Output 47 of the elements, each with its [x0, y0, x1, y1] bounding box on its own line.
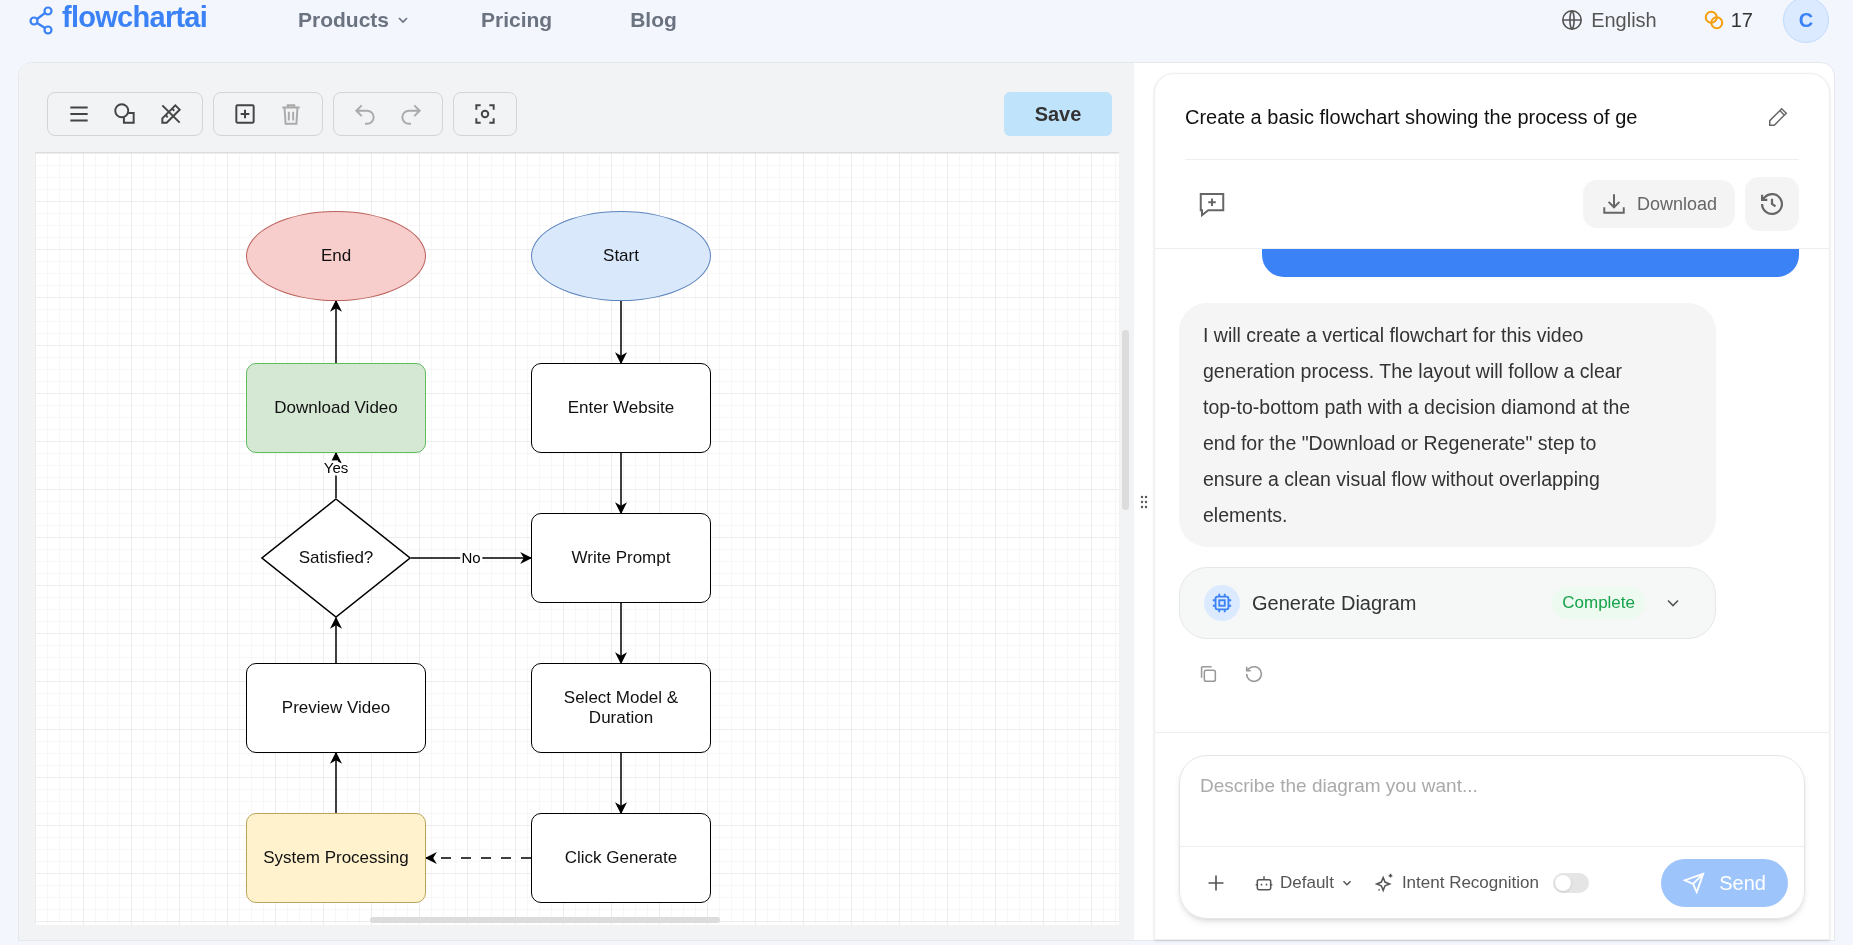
connector-arrow: [330, 751, 342, 814]
download-icon: [1600, 191, 1627, 217]
intent-label: Intent Recognition: [1401, 871, 1539, 894]
assistant-message: I will create a vertical flowchart for this video generation process. The layout will follow a clear top-to-bottom path with a decision diamond at the end for the "Download or Regenerate" step to ensure a clean visual flow without overlapping elements.: [1179, 303, 1716, 547]
connector-arrow: [330, 616, 342, 664]
tool-name: Generate Diagram: [1252, 591, 1417, 616]
status-badge: Complete: [1552, 587, 1645, 619]
download-button[interactable]: Download: [1582, 180, 1735, 228]
intent-toggle[interactable]: [1552, 872, 1589, 893]
credits-counter[interactable]: 17: [1702, 5, 1753, 35]
connector-arrow: [615, 452, 627, 515]
process-node: Enter Website: [531, 363, 711, 453]
history-button[interactable]: [1745, 177, 1799, 231]
history-icon: [1758, 190, 1786, 218]
process-node: System Processing: [246, 813, 426, 903]
process-node: Select Model & Duration: [531, 663, 711, 753]
save-button[interactable]: Save: [1004, 91, 1112, 136]
tool-call-card[interactable]: Generate Diagram Complete: [1179, 567, 1716, 639]
edit-icon[interactable]: [1767, 105, 1789, 128]
resize-handle-icon[interactable]: [1140, 494, 1148, 509]
credits-count: 17: [1730, 8, 1753, 33]
chat-title: Create a basic flowchart showing the process of ge: [1185, 104, 1638, 130]
connector-arrow: [615, 752, 627, 815]
process-node: Write Prompt: [531, 513, 711, 603]
regenerate-icon[interactable]: [1243, 663, 1265, 685]
logo-text[interactable]: flowchartai: [62, 2, 208, 32]
process-node: Preview Video: [246, 663, 426, 753]
globe-icon: [1561, 9, 1584, 31]
shapes-icon: [112, 100, 138, 127]
language-label: English: [1591, 8, 1657, 33]
nav-link[interactable]: Products: [298, 4, 411, 36]
connector-arrow: [615, 300, 627, 365]
model-selector[interactable]: Default: [1254, 869, 1354, 896]
coin-icon: [1702, 9, 1725, 31]
process-node: Download Video: [246, 363, 426, 453]
decision-node: Satisfied?: [261, 498, 411, 618]
nav-link[interactable]: Pricing: [481, 4, 553, 36]
vertical-scrollbar[interactable]: [1122, 330, 1129, 510]
language-selector[interactable]: English: [1561, 5, 1657, 35]
send-icon: [1683, 871, 1706, 894]
connector-arrow: [330, 299, 342, 364]
chip-icon: [1204, 585, 1240, 621]
connector-arrow: [615, 602, 627, 665]
process-node: Click Generate: [531, 813, 711, 903]
horizontal-scrollbar[interactable]: [370, 917, 720, 923]
nav-link[interactable]: Blog: [630, 4, 677, 36]
user-avatar[interactable]: C: [1783, 0, 1829, 43]
